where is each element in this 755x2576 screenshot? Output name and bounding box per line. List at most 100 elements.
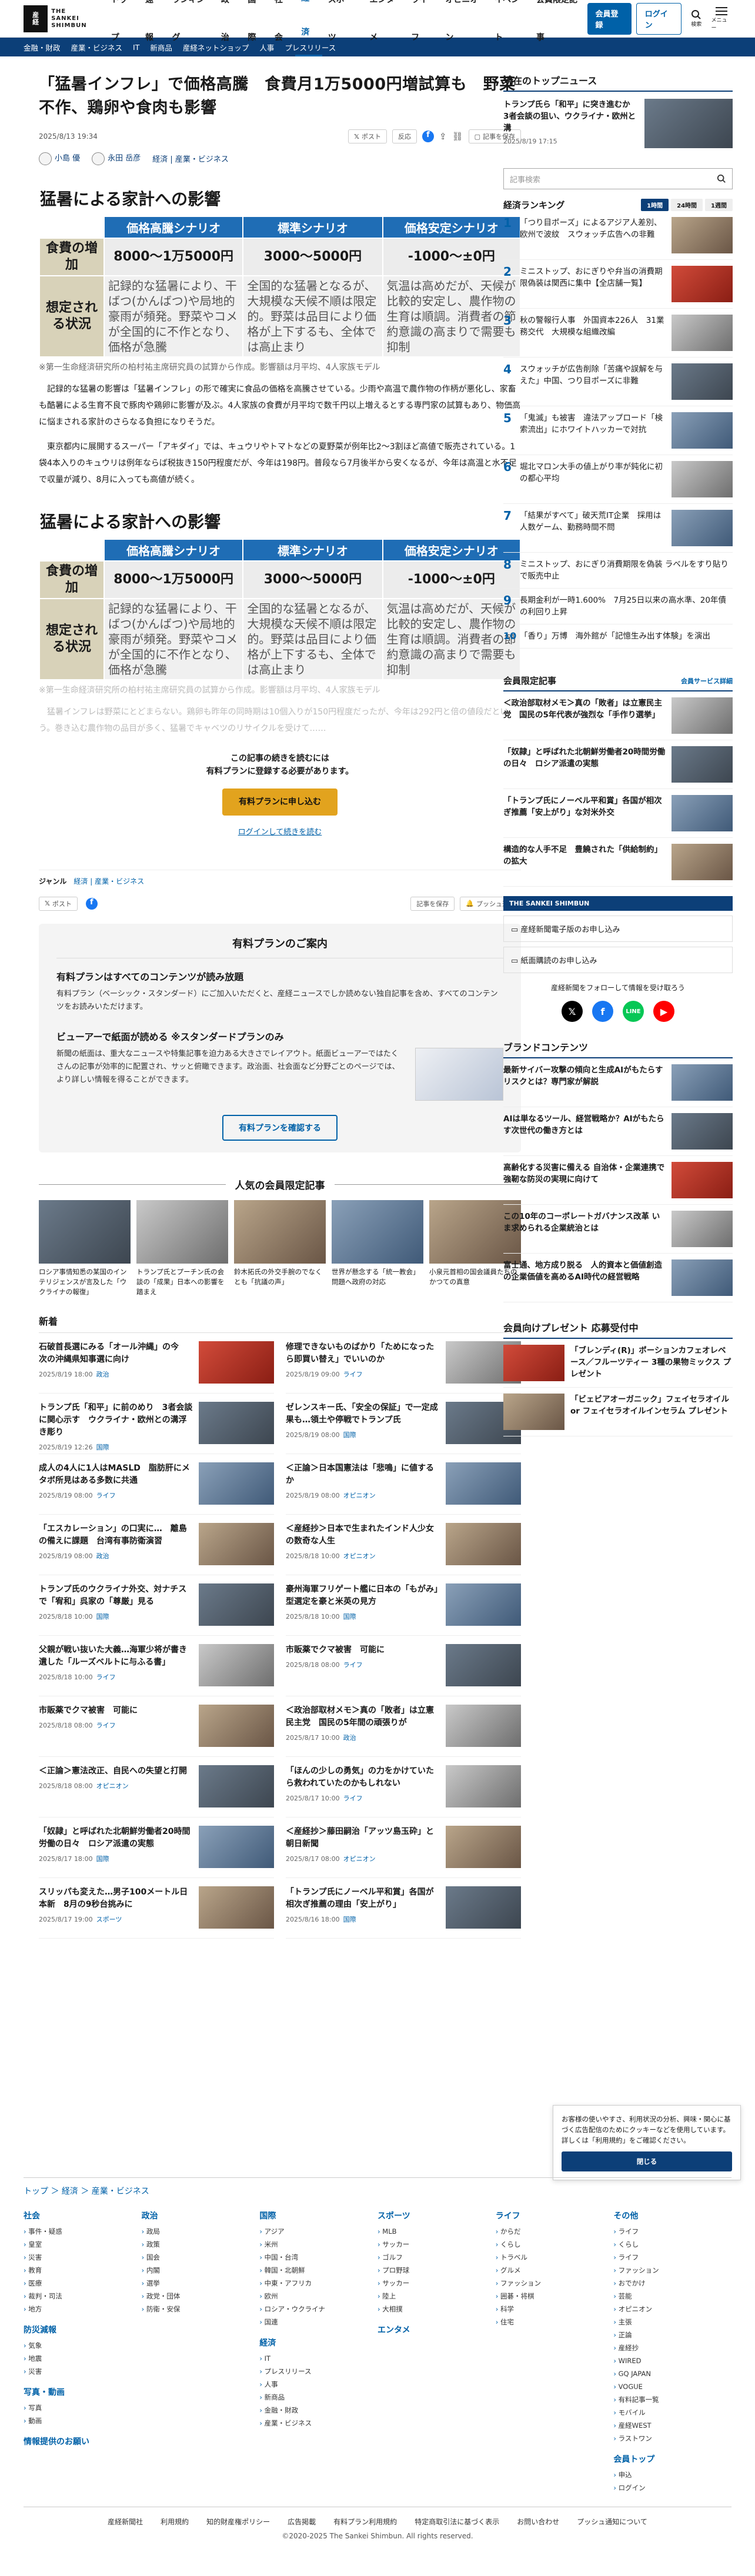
- login-to-read-link[interactable]: ログインして続きを読む: [39, 826, 521, 839]
- footer-link[interactable]: ライフ: [613, 2251, 731, 2264]
- footer-link[interactable]: 政策: [142, 2238, 260, 2251]
- footer-link[interactable]: アジア: [259, 2225, 378, 2238]
- news-item[interactable]: ＜正論＞憲法改正、自民への失望と打開 2025/8/18 08:00 オピニオン: [39, 1757, 274, 1817]
- rank-tab-24h[interactable]: 24時間: [671, 199, 703, 211]
- popular-card[interactable]: ロシア事情知悉の某国のインテリジェンスが言及した「ウクライナの報復」: [39, 1200, 131, 1297]
- ranking-item[interactable]: 10 「香り」万博 海外館が「記憶生み出す体験」を演出: [503, 624, 733, 649]
- present-item[interactable]: 「ビェビアオーガニック」フェイセラオイル or フェイセラオイルインセラム プレ…: [503, 1388, 733, 1436]
- news-item[interactable]: 「ほんの少しの勇気」の力をかけていたら救われていたのかもしれない 2025/8/1…: [286, 1757, 521, 1817]
- news-item[interactable]: 市販薬でクマ被害 可能に 2025/8/18 08:00 ライフ: [286, 1636, 521, 1696]
- cookie-close-button[interactable]: 閉じる: [562, 2151, 732, 2171]
- subnav-personnel[interactable]: 人事: [259, 42, 274, 53]
- footer-link[interactable]: 内閣: [142, 2264, 260, 2277]
- article-category[interactable]: 経済 | 産業・ビジネス: [152, 153, 229, 164]
- footer-link[interactable]: 教育: [24, 2264, 142, 2277]
- menu-button[interactable]: メニュー: [711, 6, 731, 31]
- footer-link[interactable]: サッカー: [378, 2277, 496, 2290]
- footer-bottom-link[interactable]: プッシュ通知について: [577, 2517, 647, 2527]
- footer-link[interactable]: 動画: [24, 2414, 142, 2427]
- footer-link[interactable]: くらし: [613, 2238, 731, 2251]
- footer-link[interactable]: ログイン: [613, 2481, 731, 2494]
- footer-link[interactable]: 正論: [613, 2328, 731, 2341]
- site-logo[interactable]: 産 経: [24, 5, 48, 32]
- footer-link[interactable]: 地震: [24, 2352, 142, 2365]
- footer-link[interactable]: 大相撲: [378, 2303, 496, 2316]
- footer-link[interactable]: MLB: [378, 2225, 496, 2238]
- footer-link[interactable]: 国会: [142, 2251, 260, 2264]
- footer-bottom-link[interactable]: 知的財産権ポリシー: [206, 2517, 270, 2527]
- subnav-it[interactable]: IT: [133, 43, 139, 52]
- ranking-item[interactable]: 9 長期金利が一時1.600% 7月25日以来の高水準、20年債の利回り上昇: [503, 589, 733, 624]
- footer-heading[interactable]: 情報提供のお願い: [24, 2435, 142, 2447]
- genre-link[interactable]: 経済 | 産業・ビジネス: [74, 876, 144, 886]
- news-item[interactable]: ＜産経抄＞藤田嗣治「アッツ島玉砕」と朝日新聞 2025/8/17 08:00 オピニ…: [286, 1817, 521, 1878]
- news-item[interactable]: スリッパも変えた…男子100メートル日本新 8月の9秒台挑みに 2025/8/17…: [39, 1878, 274, 1939]
- footer-link[interactable]: 米州: [259, 2238, 378, 2251]
- footer-link[interactable]: 囲碁・将棋: [496, 2290, 614, 2303]
- footer-link[interactable]: プレスリリース: [259, 2365, 378, 2378]
- footer-link[interactable]: 事件・疑惑: [24, 2225, 142, 2238]
- footer-link[interactable]: トラベル: [496, 2251, 614, 2264]
- article-search-input[interactable]: 記事検索: [503, 168, 733, 189]
- author-link[interactable]: 永田 岳彦: [92, 152, 141, 165]
- footer-link[interactable]: ゴルフ: [378, 2251, 496, 2264]
- footer-link[interactable]: 産経抄: [613, 2341, 731, 2354]
- footer-heading[interactable]: 写真・動画: [24, 2386, 142, 2398]
- footer-link[interactable]: 災害: [24, 2251, 142, 2264]
- ranking-item[interactable]: 8 ミニストップ、おにぎり消費期限を偽装 ラベルをすり貼りで販売中止: [503, 553, 733, 589]
- author-link[interactable]: 小島 優: [39, 152, 80, 165]
- brand-item[interactable]: 最新サイバー攻撃の傾向と生成AIがもたらすリスクとは？専門家が解説: [503, 1058, 733, 1107]
- members-item[interactable]: ＜政治部取材メモ＞真の「敗者」は立憲民主党 国民の5年代表が強烈な「手作り選挙」: [503, 691, 733, 740]
- footer-link[interactable]: VOGUE: [613, 2380, 731, 2393]
- footer-link[interactable]: 政党・団体: [142, 2290, 260, 2303]
- ranking-item[interactable]: 1 「つり目ポーズ」によるアジア人差別、欧州で波紋 スウォッチ広告への非難: [503, 211, 733, 260]
- top-news-item[interactable]: トランプ氏ら「和平」に突き進むか 3者会談の狙い、ウクライナ・欧州と溝 2025/…: [503, 99, 733, 148]
- footer-link[interactable]: 金融・財政: [259, 2404, 378, 2417]
- footer-link[interactable]: IT: [259, 2352, 378, 2365]
- footer-link[interactable]: 選挙: [142, 2277, 260, 2290]
- footer-link[interactable]: 主張: [613, 2316, 731, 2328]
- facebook-icon[interactable]: f: [422, 131, 434, 142]
- facebook-icon[interactable]: f: [592, 1001, 613, 1022]
- news-item[interactable]: 石破首長選にみる「オール沖縄」の今 次の沖縄県知事選に向け 2025/8/19 1…: [39, 1333, 274, 1394]
- footer-link[interactable]: ライフ: [613, 2225, 731, 2238]
- footer-heading[interactable]: その他: [613, 2210, 731, 2221]
- footer-heading[interactable]: 経済: [259, 2337, 378, 2348]
- news-item[interactable]: 豪州海軍フリゲート艦に日本の「もがみ」型選定を豪と米英の見方 2025/8/18 …: [286, 1575, 521, 1636]
- footer-heading[interactable]: エンタメ: [378, 2324, 496, 2336]
- footer-link[interactable]: モバイル: [613, 2406, 731, 2419]
- footer-link[interactable]: オピニオン: [613, 2303, 731, 2316]
- footer-link[interactable]: 欧州: [259, 2290, 378, 2303]
- popular-card[interactable]: 鈴木拓氏の外交手腕のでなくとも「抗議の声」: [234, 1200, 326, 1297]
- footer-link[interactable]: 科学: [496, 2303, 614, 2316]
- footer-heading[interactable]: スポーツ: [378, 2210, 496, 2221]
- footer-link[interactable]: WIRED: [613, 2354, 731, 2367]
- search-icon[interactable]: [717, 174, 726, 183]
- footer-link[interactable]: ラストワン: [613, 2432, 731, 2445]
- news-item[interactable]: 市販薬でクマ被害 可能に 2025/8/18 08:00 ライフ: [39, 1696, 274, 1757]
- news-item[interactable]: 「奴隷」と呼ばれた北朝鮮労働者20時間労働の日々 ロシア派遣の実態 2025/8/…: [39, 1817, 274, 1878]
- ranking-item[interactable]: 7 「結果がすべて」破天荒IT企業 採用は人数ゲーム、勤務時間不問: [503, 504, 733, 553]
- footer-link[interactable]: サッカー: [378, 2238, 496, 2251]
- footer-link[interactable]: くらし: [496, 2238, 614, 2251]
- footer-link[interactable]: 災害: [24, 2365, 142, 2378]
- check-plan-button[interactable]: 有料プランを確認する: [222, 1114, 338, 1141]
- ranking-item[interactable]: 3 秋の警報行人事 外国資本226人 31業務交代 大規模な組織改編: [503, 309, 733, 358]
- rank-tab-1h[interactable]: 1時間: [641, 199, 669, 211]
- footer-link[interactable]: プロ野球: [378, 2264, 496, 2277]
- nav-members[interactable]: 会員限定記事: [530, 0, 587, 56]
- footer-link[interactable]: ファッション: [496, 2277, 614, 2290]
- news-item[interactable]: 「エスカレーション」の口実に… 離島の備えに課題 台湾有事防衛演習 2025/8/…: [39, 1515, 274, 1575]
- footer-heading[interactable]: 防災減報: [24, 2324, 142, 2336]
- members-item[interactable]: 「奴隷」と呼ばれた北朝鮮労働者20時間労働の日々 ロシア派遣の実態: [503, 740, 733, 789]
- members-more-link[interactable]: 会員サービス詳細: [681, 676, 733, 686]
- footer-heading[interactable]: 政治: [142, 2210, 260, 2221]
- share-icon[interactable]: ⇪: [439, 131, 447, 142]
- link-icon[interactable]: ⛓: [452, 131, 463, 142]
- ranking-item[interactable]: 4 スウォッチが広告削除「苦痛や誤解を与えた」中国、つり目ポーズに非難: [503, 358, 733, 406]
- facebook-icon[interactable]: f: [85, 897, 98, 910]
- news-item[interactable]: ゼレンスキー氏、「安全の保証」で一定成果も…領土や停戦でトランプ氏 2025/8/…: [286, 1394, 521, 1454]
- footer-link[interactable]: 申込: [613, 2468, 731, 2481]
- member-register-button[interactable]: 会員登録: [587, 2, 632, 35]
- members-item[interactable]: 構造的な人手不足 豊饒された「供給制約」の拡大: [503, 838, 733, 887]
